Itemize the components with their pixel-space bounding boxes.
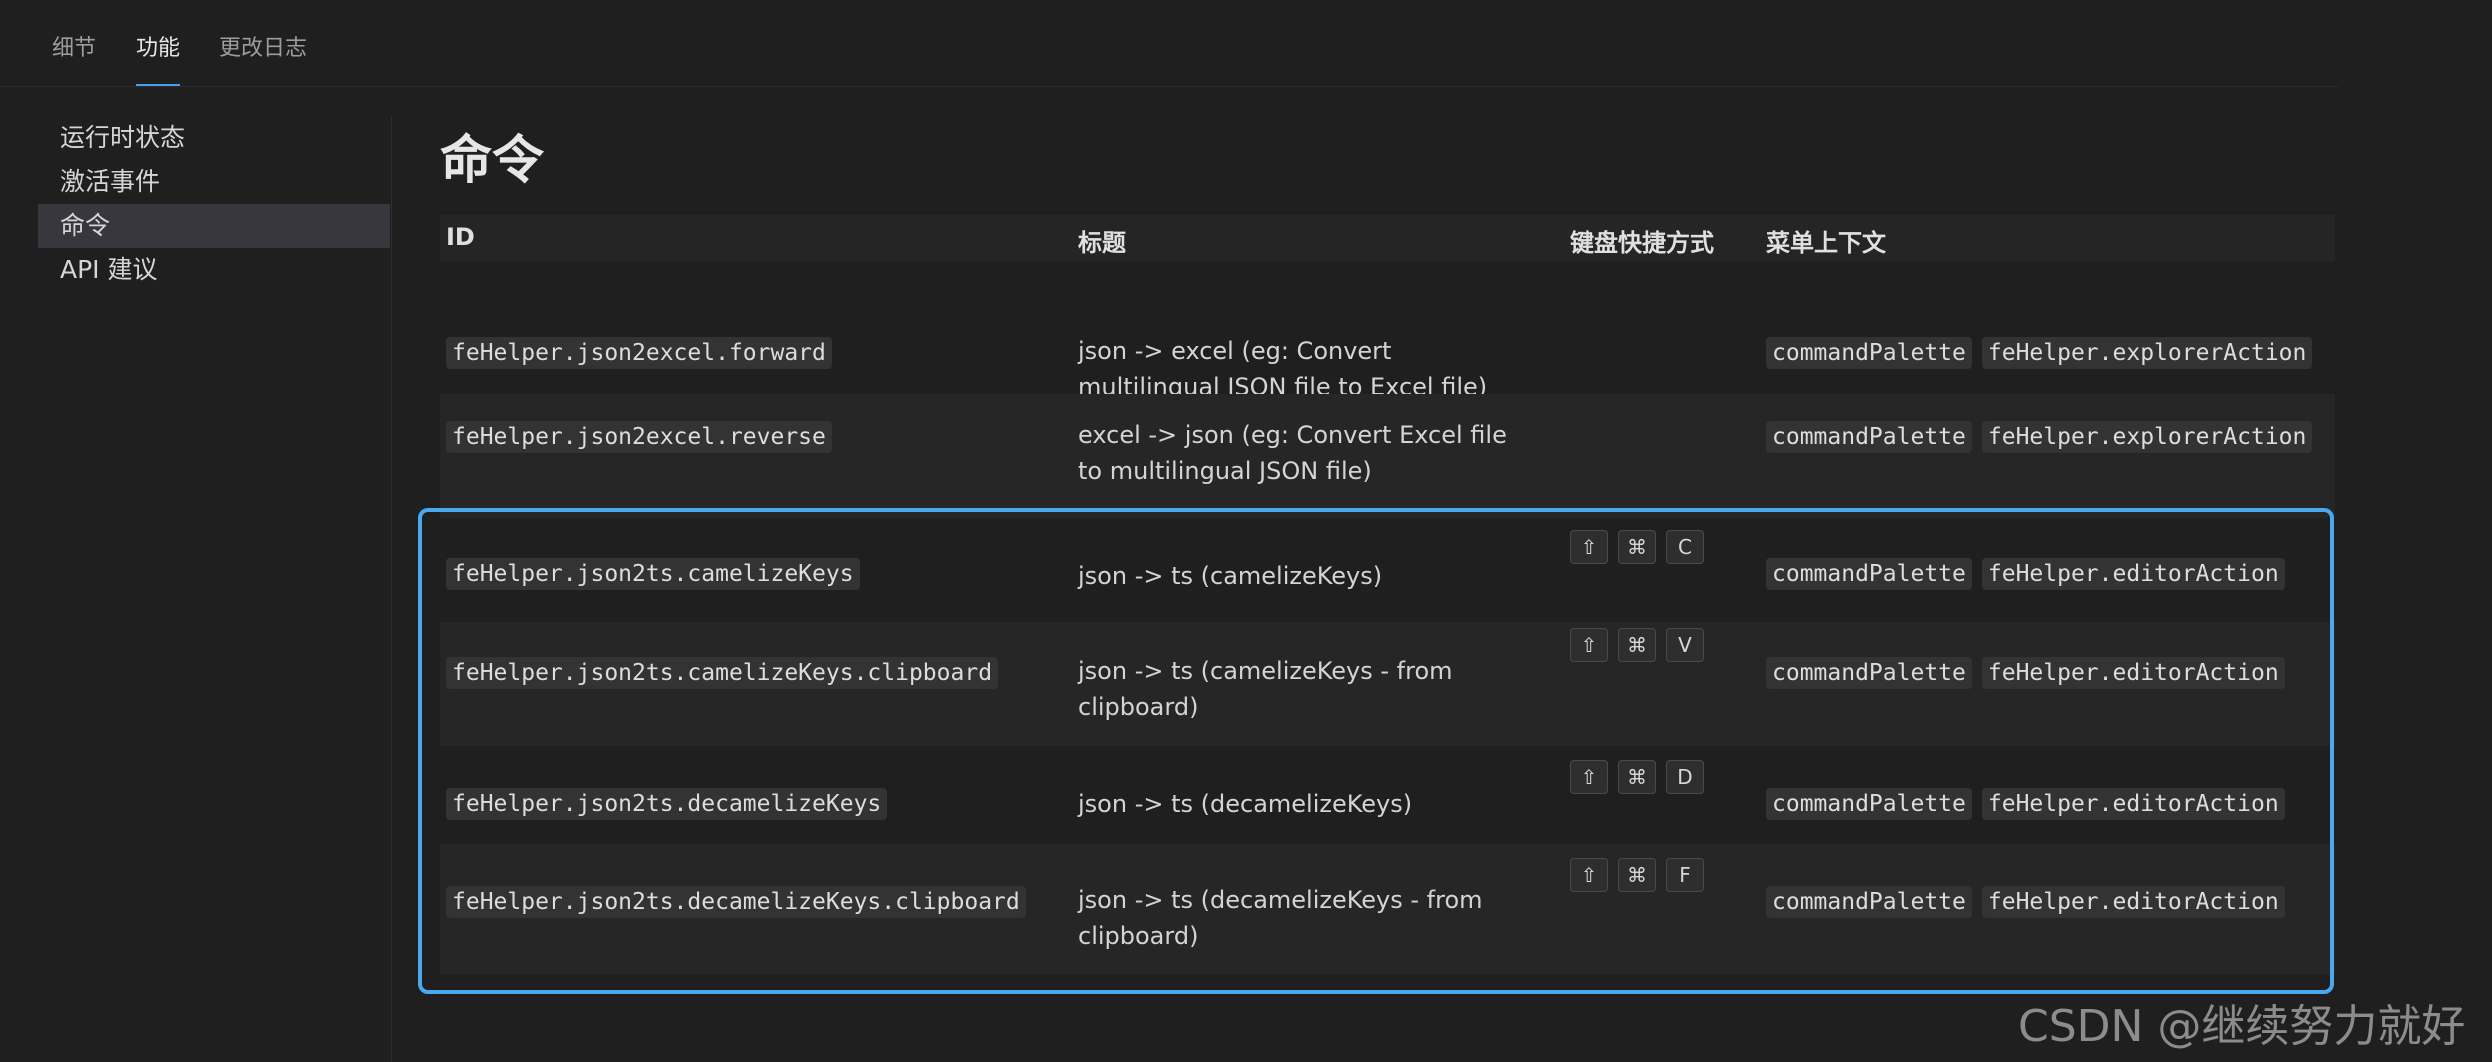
- sidebar-item-runtime-status[interactable]: 运行时状态: [38, 116, 390, 160]
- command-title: excel -> json (eg: Convert Excel file to…: [1078, 421, 1507, 485]
- tab-changelog[interactable]: 更改日志: [219, 30, 307, 84]
- menu-context-chip: commandPalette: [1766, 788, 1972, 820]
- table-row: feHelper.json2ts.camelizeKeys.clipboard …: [440, 622, 2335, 746]
- sidebar-divider: [391, 116, 392, 1062]
- table-row: feHelper.json2excel.reverse excel -> jso…: [440, 394, 2335, 518]
- command-id: feHelper.json2excel.reverse: [446, 421, 832, 453]
- menu-context-chip: commandPalette: [1766, 421, 1972, 453]
- menu-context-chip: feHelper.editorAction: [1981, 558, 2285, 590]
- command-key-icon: ⌘: [1618, 760, 1656, 794]
- sidebar: 运行时状态 激活事件 命令 API 建议: [38, 116, 390, 292]
- command-id: feHelper.json2ts.decamelizeKeys: [446, 788, 888, 820]
- keybinding: ⇧ ⌘ V: [1570, 628, 1704, 662]
- sidebar-item-activation-events[interactable]: 激活事件: [38, 160, 390, 204]
- menu-context-chip: commandPalette: [1766, 558, 1972, 590]
- command-id: feHelper.json2ts.decamelizeKeys.clipboar…: [446, 886, 1026, 918]
- sidebar-item-commands[interactable]: 命令: [38, 204, 390, 248]
- menu-context-chip: feHelper.explorerAction: [1981, 337, 2313, 369]
- command-key-icon: ⌘: [1618, 530, 1656, 564]
- menu-context-chip: feHelper.editorAction: [1981, 886, 2285, 918]
- keybinding: ⇧ ⌘ F: [1570, 858, 1704, 892]
- column-header-id: ID: [446, 223, 475, 251]
- menu-context-chip: feHelper.editorAction: [1981, 788, 2285, 820]
- column-header-menu-contexts: 菜单上下文: [1766, 229, 1886, 257]
- keybinding: ⇧ ⌘ D: [1570, 760, 1704, 794]
- key-cap: C: [1666, 530, 1704, 564]
- key-cap: D: [1666, 760, 1704, 794]
- command-key-icon: ⌘: [1618, 858, 1656, 892]
- shift-key-icon: ⇧: [1570, 530, 1608, 564]
- menu-context-chip: commandPalette: [1766, 337, 1972, 369]
- column-header-keybindings: 键盘快捷方式: [1570, 229, 1714, 257]
- tab-features[interactable]: 功能: [136, 30, 181, 86]
- command-title: json -> ts (camelizeKeys - from clipboar…: [1078, 657, 1453, 721]
- menu-context-chip: commandPalette: [1766, 886, 1972, 918]
- commands-table: ID 标题 键盘快捷方式 菜单上下文 feHelper.json2excel.f…: [440, 215, 2335, 974]
- command-title: json -> ts (camelizeKeys): [1078, 562, 1383, 590]
- sidebar-item-api-proposals[interactable]: API 建议: [38, 248, 390, 292]
- menu-context-chip: commandPalette: [1766, 657, 1972, 689]
- command-id: feHelper.json2ts.camelizeKeys: [446, 558, 860, 590]
- table-row: feHelper.json2ts.decamelizeKeys json -> …: [440, 746, 2335, 844]
- command-key-icon: ⌘: [1618, 628, 1656, 662]
- table-row: feHelper.json2excel.forward json -> exce…: [440, 261, 2335, 401]
- command-id: feHelper.json2excel.forward: [446, 337, 832, 369]
- table-header: ID 标题 键盘快捷方式 菜单上下文: [440, 215, 2335, 261]
- menu-context-chip: feHelper.editorAction: [1981, 657, 2285, 689]
- command-id: feHelper.json2ts.camelizeKeys.clipboard: [446, 657, 999, 689]
- table-row: feHelper.json2ts.camelizeKeys json -> ts…: [440, 518, 2335, 622]
- key-cap: V: [1666, 628, 1704, 662]
- table-row: feHelper.json2ts.decamelizeKeys.clipboar…: [440, 844, 2335, 974]
- keybinding: ⇧ ⌘ C: [1570, 530, 1704, 564]
- shift-key-icon: ⇧: [1570, 628, 1608, 662]
- shift-key-icon: ⇧: [1570, 760, 1608, 794]
- key-cap: F: [1666, 858, 1704, 892]
- tab-details[interactable]: 细节: [52, 30, 96, 84]
- watermark: CSDN @继续努力就好: [2018, 1001, 2466, 1052]
- column-header-title: 标题: [1078, 229, 1126, 257]
- menu-context-chip: feHelper.explorerAction: [1981, 421, 2313, 453]
- command-title: json -> ts (decamelizeKeys - from clipbo…: [1078, 886, 1483, 950]
- shift-key-icon: ⇧: [1570, 858, 1608, 892]
- tab-bar: 细节 功能 更改日志: [0, 0, 2338, 87]
- page-title: 命令: [440, 131, 545, 191]
- command-title: json -> ts (decamelizeKeys): [1078, 790, 1413, 818]
